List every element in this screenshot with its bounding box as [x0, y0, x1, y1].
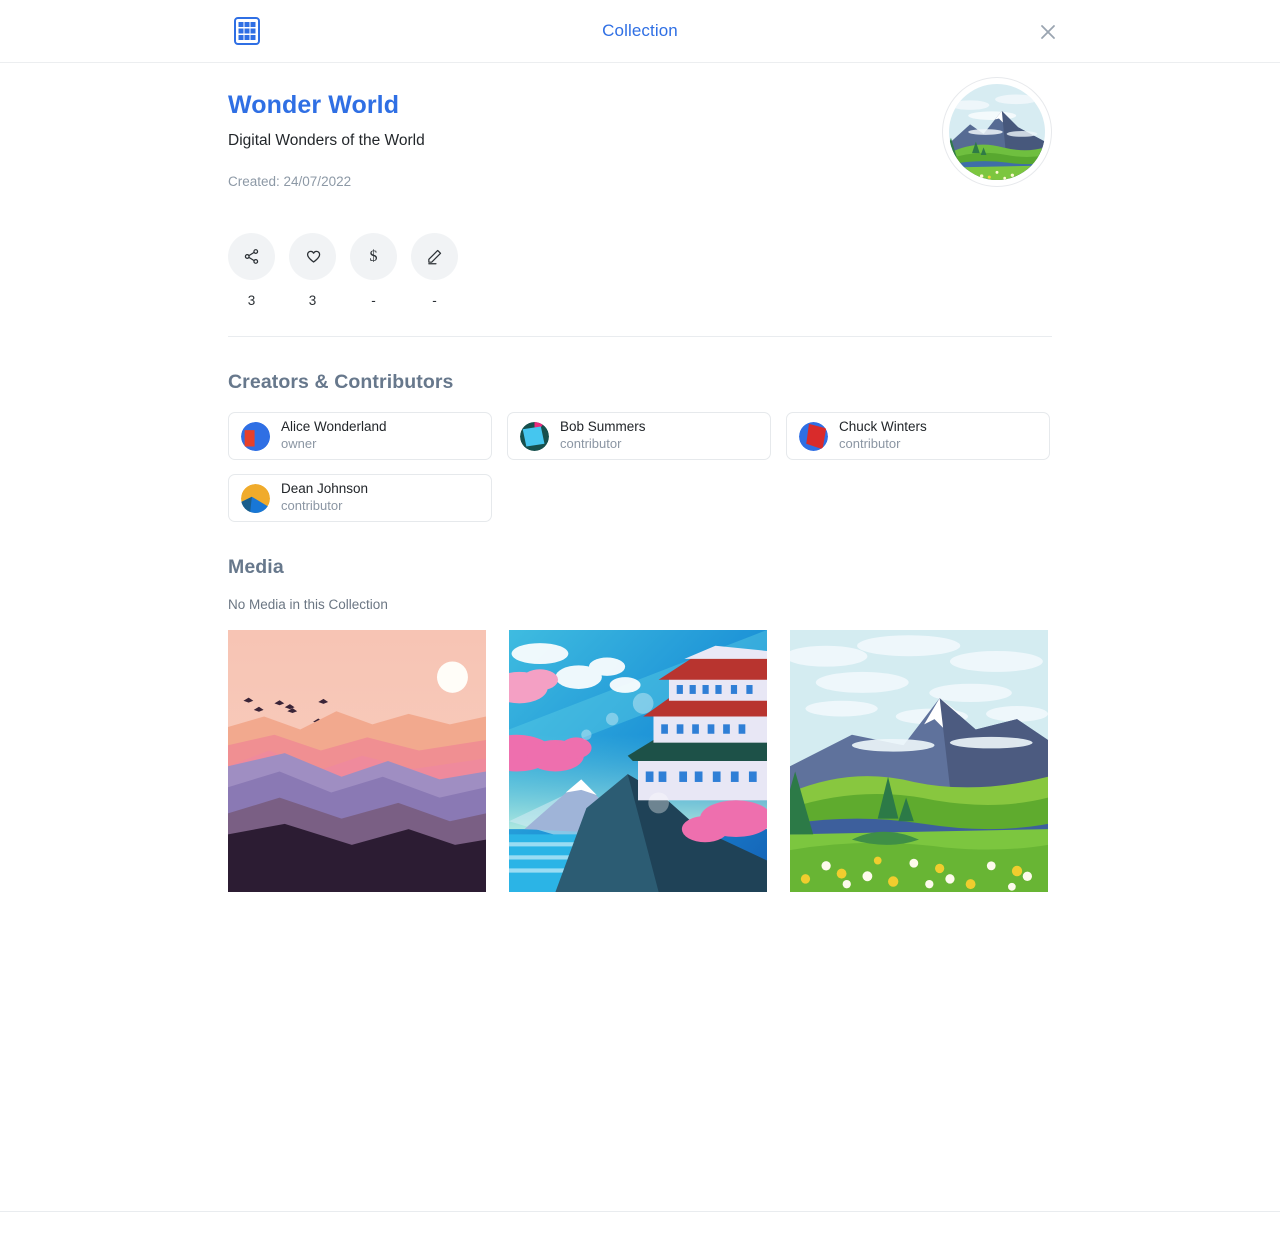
contributor-text: Dean Johnson contributor [281, 481, 368, 515]
contributor-role: owner [281, 435, 317, 451]
dollar-icon: $ [369, 247, 378, 265]
contributor-card[interactable]: Alice Wonderland owner [228, 412, 492, 460]
page-footer: 2022 - MintiFi About Terms Privacy Polic… [0, 1211, 1280, 1237]
japanese-castle-icon [509, 630, 767, 892]
media-tile[interactable] [228, 630, 486, 892]
mountain-meadow-icon [790, 630, 1048, 892]
identicon-avatar [241, 421, 270, 451]
contributor-card[interactable]: Chuck Winters contributor [786, 412, 1050, 460]
collection-title: Wonder World [228, 91, 400, 119]
stat-price: $ - [350, 233, 397, 308]
collection-created-date: Created: 24/07/2022 [228, 174, 352, 189]
contributor-role: contributor [560, 435, 622, 451]
contributor-text: Bob Summers contributor [560, 419, 646, 453]
contributor-card[interactable]: Bob Summers contributor [507, 412, 771, 460]
media-tile[interactable] [509, 630, 767, 892]
share-count: 3 [247, 293, 256, 308]
media-grid [228, 630, 1052, 892]
section-divider [228, 336, 1052, 337]
identicon-avatar [799, 421, 828, 451]
mountain-meadow-landscape-icon [949, 84, 1045, 180]
close-button[interactable] [1034, 18, 1062, 46]
edit-button[interactable] [411, 233, 458, 280]
contributor-card[interactable]: Dean Johnson contributor [228, 474, 492, 522]
price-button[interactable]: $ [350, 233, 397, 280]
sunset-mountains-icon [228, 630, 486, 892]
identicon-avatar [520, 421, 549, 451]
media-tile[interactable] [790, 630, 1048, 892]
page-title: Collection [602, 21, 678, 40]
contributor-text: Chuck Winters contributor [839, 419, 927, 453]
pencil-icon [428, 249, 442, 265]
stat-likes: 3 [289, 233, 336, 308]
media-empty-message: No Media in this Collection [228, 597, 388, 612]
stat-share: 3 [228, 233, 275, 308]
contributor-role: contributor [839, 435, 901, 451]
collection-cover-avatar[interactable] [942, 77, 1052, 187]
stat-edit: - [411, 233, 458, 308]
close-icon [1041, 25, 1055, 39]
contributors-grid: Alice Wonderland owner Bob Summers contr… [228, 412, 1052, 522]
contributor-name: Alice Wonderland [281, 419, 387, 435]
share-icon [244, 249, 259, 264]
contributors-heading: Creators & Contributors [228, 371, 454, 393]
top-bar: Collection [0, 0, 1280, 63]
contributor-text: Alice Wonderland owner [281, 419, 387, 453]
collection-stats: 3 3 $ - - [228, 233, 1052, 308]
share-button[interactable] [228, 233, 275, 280]
collection-hero: Wonder World Digital Wonders of the Worl… [228, 63, 1052, 189]
contributor-role: contributor [281, 497, 343, 513]
price-value: - [371, 293, 376, 308]
media-heading: Media [228, 556, 284, 578]
like-button[interactable] [289, 233, 336, 280]
like-count: 3 [308, 293, 317, 308]
collection-page: Wonder World Digital Wonders of the Worl… [0, 63, 1280, 1212]
contributor-name: Chuck Winters [839, 419, 927, 435]
heart-icon [306, 250, 320, 263]
identicon-avatar [241, 483, 270, 513]
contributor-name: Dean Johnson [281, 481, 369, 497]
collection-description: Digital Wonders of the World [228, 132, 425, 149]
contributor-name: Bob Summers [560, 419, 646, 435]
edit-value: - [432, 293, 437, 308]
